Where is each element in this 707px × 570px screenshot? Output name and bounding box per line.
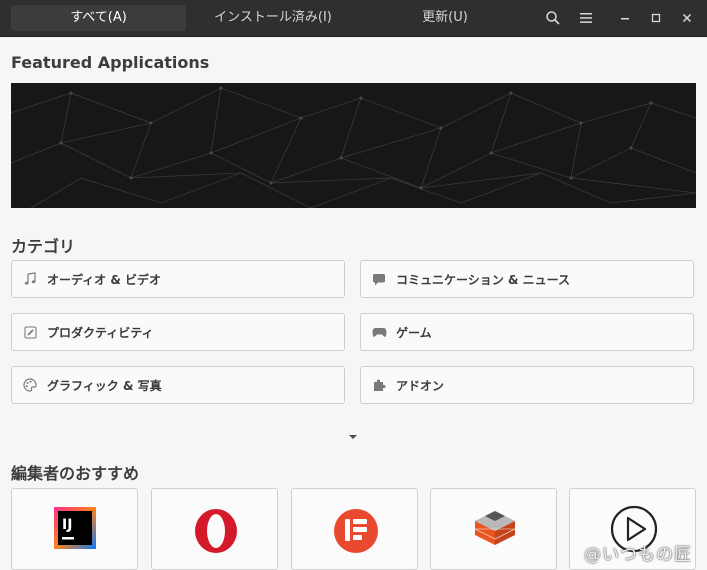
- app-tile-red-circle[interactable]: [291, 488, 418, 570]
- tab-all[interactable]: すべて(A): [11, 5, 186, 31]
- app-tile-multipass[interactable]: [430, 488, 557, 570]
- chat-bubble-icon: [371, 271, 387, 287]
- opera-icon: [195, 509, 237, 553]
- intellij-icon: IJ: [54, 507, 96, 549]
- category-addons[interactable]: アドオン: [360, 366, 694, 404]
- category-label: コミュニケーション & ニュース: [396, 272, 570, 287]
- category-label: アドオン: [396, 378, 445, 393]
- menu-icon[interactable]: [576, 8, 596, 28]
- puzzle-icon: [371, 377, 387, 393]
- music-note-icon: [22, 271, 38, 287]
- category-label: オーディオ & ビデオ: [47, 272, 161, 287]
- category-productivity[interactable]: プロダクティビティ: [11, 313, 345, 351]
- category-games[interactable]: ゲーム: [360, 313, 694, 351]
- header-bar: すべて(A) インストール済み(I) 更新(U): [0, 0, 707, 37]
- app-tile-intellij[interactable]: IJ: [11, 488, 138, 570]
- app-tile-opera[interactable]: [151, 488, 278, 570]
- close-icon[interactable]: [677, 8, 697, 28]
- category-label: ゲーム: [396, 325, 432, 340]
- gamepad-icon: [371, 324, 387, 340]
- category-label: プロダクティビティ: [47, 325, 154, 340]
- featured-title: Featured Applications: [11, 53, 210, 72]
- editors-picks-title: 編集者のおすすめ: [11, 464, 140, 483]
- intellij-icon-text: IJ: [62, 517, 72, 533]
- minimize-icon[interactable]: [615, 8, 635, 28]
- category-label: グラフィック & 写真: [47, 378, 162, 393]
- featured-banner[interactable]: [11, 83, 696, 208]
- app-red-circle-icon: [334, 509, 378, 553]
- search-icon[interactable]: [543, 8, 563, 28]
- multipass-icon: [474, 511, 516, 545]
- palette-icon: [22, 377, 38, 393]
- category-graphics-photo[interactable]: グラフィック & 写真: [11, 366, 345, 404]
- tab-updates[interactable]: 更新(U): [370, 5, 520, 31]
- pencil-icon: [22, 324, 38, 340]
- chevron-down-icon[interactable]: [346, 427, 360, 439]
- banner-pattern: [11, 86, 696, 208]
- categories-title: カテゴリ: [11, 237, 76, 256]
- category-communication-news[interactable]: コミュニケーション & ニュース: [360, 260, 694, 298]
- maximize-icon[interactable]: [646, 8, 666, 28]
- tab-installed[interactable]: インストール済み(I): [193, 5, 353, 31]
- watermark-text: @いつもの匠: [584, 545, 692, 565]
- category-audio-video[interactable]: オーディオ & ビデオ: [11, 260, 345, 298]
